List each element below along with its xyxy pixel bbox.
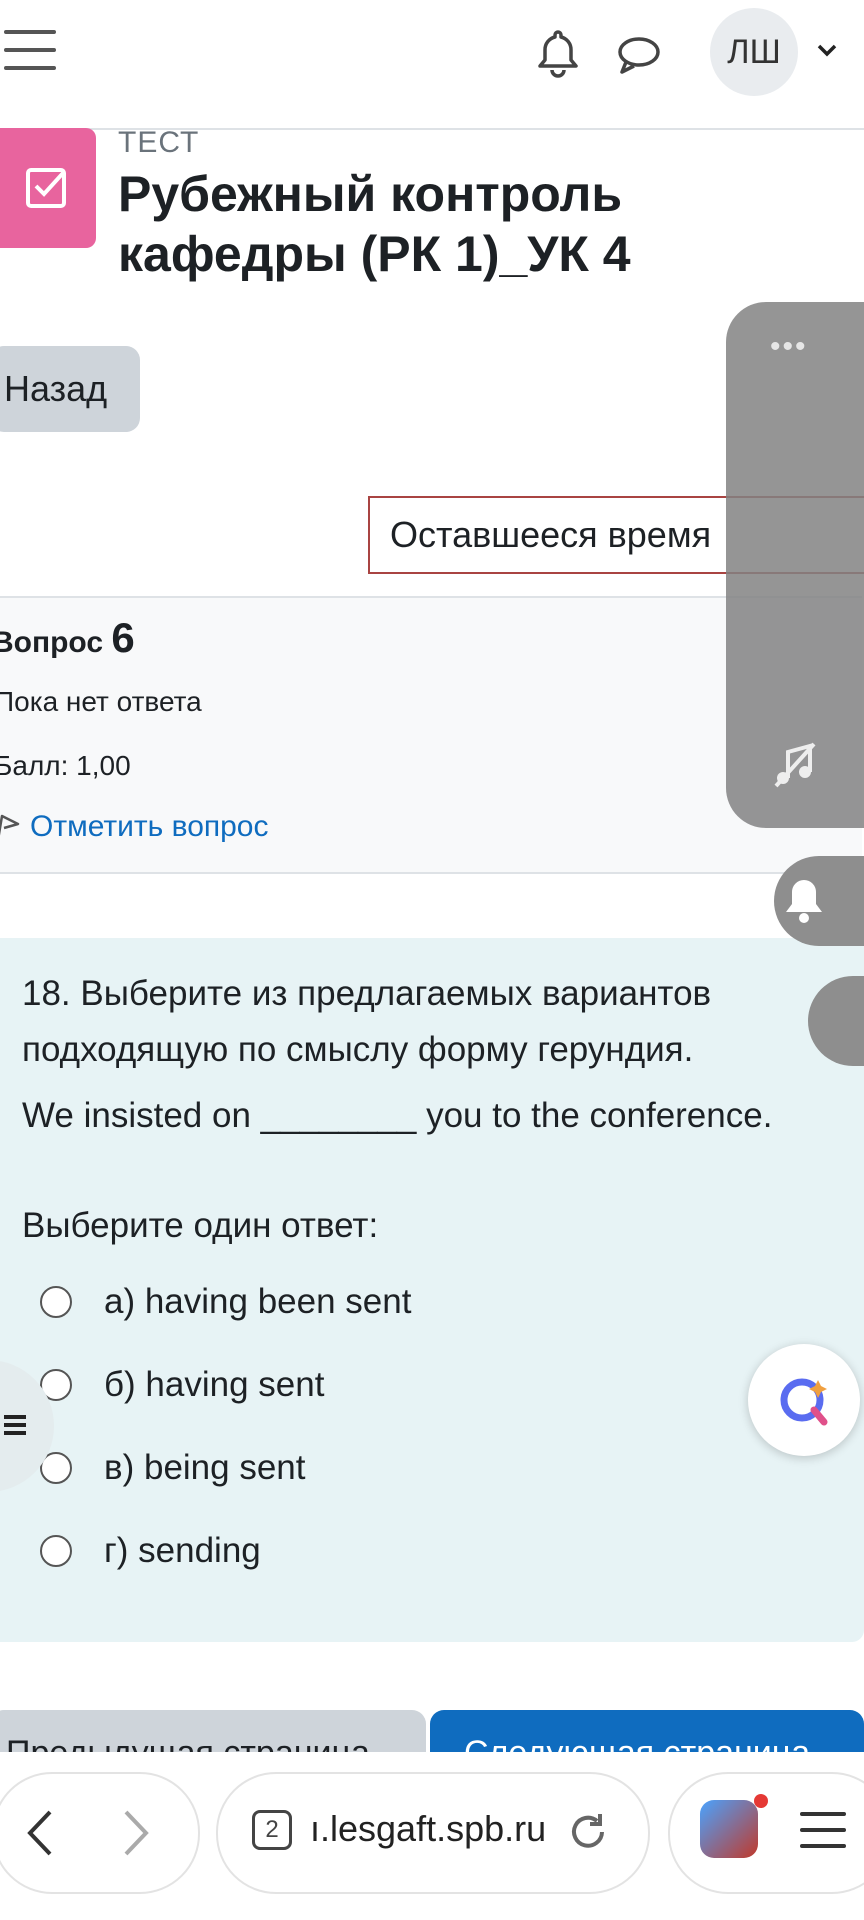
flag-question-label: Отметить вопрос <box>30 810 269 843</box>
question-prompt: 18. Выберите из предлагаемых вариантов п… <box>22 974 712 1069</box>
answer-option[interactable]: в) being sent <box>40 1438 600 1498</box>
ai-assistant-icon[interactable] <box>748 1344 860 1456</box>
answer-option-label: г) sending <box>104 1531 261 1570</box>
user-avatar[interactable]: ЛШ <box>710 8 798 96</box>
flag-question-link[interactable]: Отметить вопрос <box>0 810 269 844</box>
game-app-icon[interactable] <box>700 1800 758 1858</box>
flag-icon <box>0 814 20 836</box>
chevron-down-icon[interactable] <box>815 38 839 62</box>
music-off-icon[interactable] <box>770 740 820 790</box>
radio-button[interactable] <box>40 1286 72 1318</box>
messages-icon[interactable] <box>614 30 664 78</box>
answer-option[interactable]: г) sending <box>40 1521 600 1581</box>
floating-bell-button[interactable] <box>774 856 864 946</box>
question-label: Вопрос <box>0 626 104 659</box>
list-icon <box>4 1415 26 1435</box>
reload-icon[interactable] <box>566 1810 610 1854</box>
question-state: Пока нет ответа <box>0 686 202 717</box>
answer-option[interactable]: а) having been sent <box>40 1272 600 1332</box>
bell-icon[interactable] <box>530 28 586 78</box>
question-number: Вопрос 6 <box>0 614 135 662</box>
answer-option[interactable]: б) having sent <box>40 1355 600 1415</box>
answer-option-label: а) having been sent <box>104 1282 412 1321</box>
answer-option-label: б) having sent <box>104 1365 325 1404</box>
browser-menu-icon[interactable] <box>800 1812 846 1852</box>
more-options-icon[interactable]: ••• <box>770 330 808 364</box>
quiz-checkbox-icon <box>0 128 96 248</box>
radio-button[interactable] <box>40 1535 72 1567</box>
url-text[interactable]: ı.lesgaft.spb.ru <box>310 1808 546 1850</box>
answer-option-label: в) being sent <box>104 1448 306 1487</box>
answer-instruction: Выберите один ответ: <box>22 1206 379 1245</box>
browser-forward-icon[interactable] <box>116 1806 156 1860</box>
question-number-value: 6 <box>111 614 135 661</box>
timer-label: Оставшееся время <box>390 514 712 555</box>
notification-dot <box>754 1794 768 1808</box>
back-button[interactable]: Назад <box>0 346 140 432</box>
tab-count-badge[interactable]: 2 <box>252 1810 292 1850</box>
hamburger-menu-icon[interactable] <box>4 30 56 72</box>
question-grade: Балл: 1,00 <box>0 750 131 781</box>
browser-back-icon[interactable] <box>20 1806 60 1860</box>
page-title: Рубежный контроль кафедры (РК 1)_УК 4 <box>118 166 631 282</box>
question-sentence: We insisted on ________ you to the confe… <box>22 1096 773 1135</box>
activity-type: ТЕСТ <box>118 126 200 159</box>
